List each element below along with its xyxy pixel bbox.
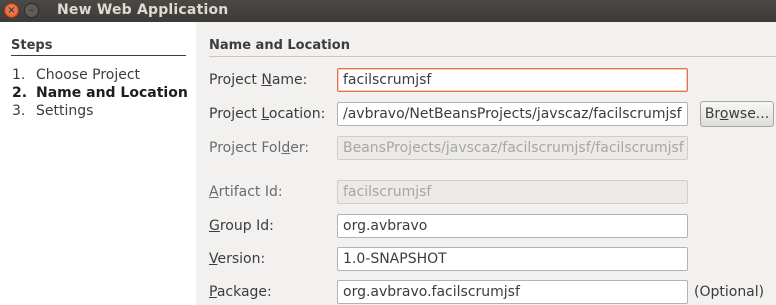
version-input[interactable]: 1.0-SNAPSHOT xyxy=(337,247,688,271)
artifact-id-field: facilscrumjsf xyxy=(337,180,688,204)
artifact-id-label: Artifact Id: xyxy=(209,184,283,200)
project-location-input[interactable]: /avbravo/NetBeansProjects/javscaz/facils… xyxy=(337,102,688,126)
step-number: 3. xyxy=(12,103,26,119)
package-optional-hint: (Optional) xyxy=(694,284,765,300)
version-label: Version: xyxy=(209,251,266,267)
step-number: 1. xyxy=(12,67,26,83)
minimize-window-icon[interactable]: – xyxy=(24,3,39,18)
window-title: New Web Application xyxy=(57,2,229,18)
project-location-label: Project Location: xyxy=(209,106,326,122)
project-name-input[interactable]: facilscrumjsf xyxy=(337,68,688,92)
project-folder-field: BeansProjects/javscaz/facilscrumjsf/faci… xyxy=(337,136,688,160)
package-input[interactable]: org.avbravo.facilscrumjsf xyxy=(337,280,688,304)
section-title: Name and Location xyxy=(209,38,350,53)
step-label: Choose Project xyxy=(36,67,141,83)
browse-button[interactable]: Browse... xyxy=(700,101,774,127)
step-settings: 3. Settings xyxy=(12,103,93,119)
step-label: Settings xyxy=(36,103,94,119)
project-folder-label: Project Folder: xyxy=(209,140,310,156)
section-divider xyxy=(209,56,776,57)
close-window-icon[interactable]: × xyxy=(4,3,19,18)
steps-panel: Steps 1. Choose Project 2. Name and Locati… xyxy=(0,22,196,305)
title-bar: × – New Web Application xyxy=(0,0,776,22)
steps-title: Steps xyxy=(11,38,53,53)
project-name-label: Project Name: xyxy=(209,72,308,88)
step-choose-project: 1. Choose Project xyxy=(12,67,140,83)
step-label: Name and Location xyxy=(36,85,188,101)
steps-divider xyxy=(11,55,186,56)
step-number: 2. xyxy=(12,85,28,101)
group-id-label: Group Id: xyxy=(209,218,274,234)
package-label: Package: xyxy=(209,284,272,300)
group-id-input[interactable]: org.avbravo xyxy=(337,214,688,238)
step-name-and-location: 2. Name and Location xyxy=(12,85,188,101)
